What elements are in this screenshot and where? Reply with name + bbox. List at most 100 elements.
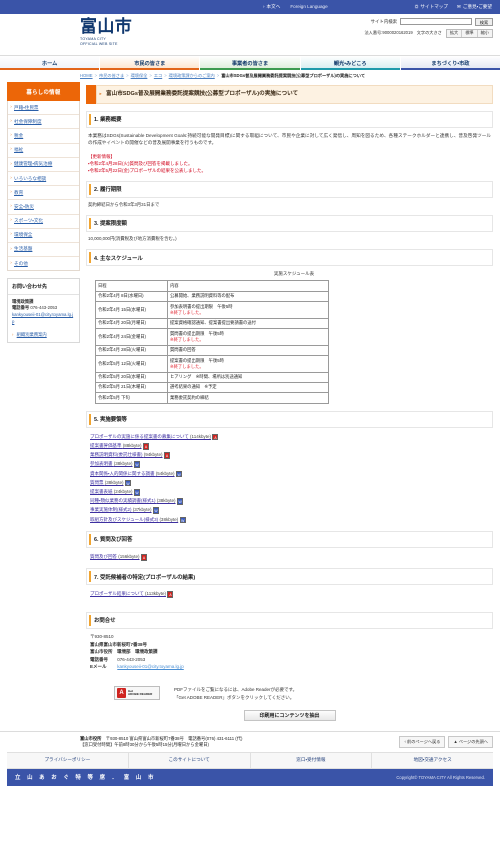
pdf-file-icon: A [164, 452, 171, 459]
foreign-language-link[interactable]: Foreign Language [290, 4, 327, 10]
sidebar: 暮らしの情報 戸籍・住民票 社会保障制度 税金 福祉 健康管理・病気治療 いろい… [7, 82, 80, 721]
schedule-content-text: 公募開始、業務説明資料等の配布 [170, 293, 235, 299]
file-link[interactable]: 資本関係・人的関係に関する調書 (54kbyte) [90, 471, 175, 476]
schedule-content-cell: 公募開始、業務説明資料等の配布 [167, 290, 329, 302]
file-link[interactable]: 取組方針及びスケジュール(様式3) (38kbyte) [90, 517, 178, 522]
breadcrumb-item-eco[interactable]: エコ [154, 73, 162, 78]
text-size-controls: 拡大 標準 縮小 [445, 28, 493, 38]
file-link[interactable]: 提案書評価基準 (88kbyte) [90, 443, 142, 448]
file-link-row: 事業実施体制(様式2) (37kbyte) W [90, 505, 491, 514]
sidebar-item-environment[interactable]: 環境保全 [8, 229, 79, 243]
utility-bar: › 本文へ Foreign Language ⛭ サイトマップ ✉ ご意見・ご要望 [0, 0, 500, 14]
sidebar-item-education[interactable]: 教育 [8, 186, 79, 201]
sidebar-contact-tel-row: 電話番号 076-443-2053 [12, 305, 75, 312]
search-input[interactable] [400, 18, 472, 26]
opinion-link[interactable]: ✉ ご意見・ご要望 [457, 4, 492, 10]
skip-to-content-link[interactable]: › 本文へ [263, 4, 280, 10]
print-extract-button[interactable]: 印刷用にコンテンツを抽出 [243, 709, 336, 721]
sidebar-item-health[interactable]: 健康管理・病気治療 [8, 158, 79, 172]
main-content: 富山市SDGs普及展開業務委託提案競技(公募型プロポーザル)の実施について 1.… [86, 82, 493, 721]
gnav-item-tourism[interactable]: 観光・みどころ [300, 56, 401, 70]
file-link[interactable]: 質問及び回答 (156kbyte) [90, 554, 140, 559]
gnav-item-city-planning[interactable]: まちづくり・市政 [400, 56, 500, 70]
schedule-date-cell: 令和2年4月 8日(水曜日) [95, 290, 168, 302]
result-file-list: プロポーザル結果について (113kbyte) A [90, 589, 491, 598]
inquiry-tel: 076-443-2053 [117, 656, 146, 662]
footer-link-counter-info[interactable]: 窓口・受付情報 [251, 752, 373, 768]
sidebar-item-consultation[interactable]: いろいろな相談 [8, 172, 79, 187]
sidebar-item-koseki[interactable]: 戸籍・住民票 [8, 101, 79, 116]
table-row: 令和2年5月 21日(木曜日) 選考結果の通知 ※予定 [95, 381, 329, 394]
footer-copyright: Copyright© TOYAMA CITY All Rights Reserv… [396, 774, 485, 780]
back-to-previous-page-button[interactable]: ‹ 前のページへ戻る [399, 735, 446, 748]
sidebar-contact-tel-label: 電話番号 [12, 305, 30, 311]
word-file-icon: W [176, 470, 183, 478]
schedule-done-note: ※終了しました。 [170, 336, 204, 342]
gnav-underline [100, 68, 200, 70]
sidebar-item-welfare[interactable]: 福祉 [8, 144, 79, 158]
site-logo[interactable]: 富山市 TOYAMA CITY OFFICIAL WEB SITE [80, 17, 132, 47]
schedule-date-cell: 令和2年5月 20日(水曜日) [95, 371, 168, 383]
sidebar-item-sports-culture[interactable]: スポーツ・文化 [8, 215, 79, 229]
gnav-underline [200, 68, 300, 70]
file-link[interactable]: プロポーザルの実施に係る提案書の募集について (114kbyte) [90, 434, 211, 439]
get-adobe-reader-button[interactable]: A Get ADOBE READER [114, 686, 160, 701]
breadcrumb-separator: > [149, 73, 152, 78]
breadcrumb-item-division[interactable]: 環境政策課からのご案内 [169, 73, 215, 78]
sidebar-org-guide-link[interactable]: 組織別業務案内 [17, 332, 47, 337]
footer-link-about-site[interactable]: このサイトについて [129, 752, 251, 768]
file-size: (38kbyte) [156, 498, 176, 504]
adobe-note-line-2: 「Get ADOBE READER」ボタンをクリックしてください。 [174, 694, 295, 700]
schedule-content-cell: ヒアリング ※時間、場所は別途通知 [167, 371, 329, 383]
breadcrumb-item-citizens[interactable]: 市民の皆さま [99, 73, 124, 78]
gnav-item-home[interactable]: ホーム [0, 56, 101, 70]
inquiry-tel-row: 電話番号 076-443-2053 [90, 656, 491, 663]
schedule-content-cell: 業務委託契約の締結 [167, 392, 329, 404]
file-size: (38kbyte) [104, 479, 124, 485]
schedule-content-cell: 提案資格確認通知、提案書提出要請書の送付 [167, 317, 329, 329]
footer-slogan: 立 山 あ お ぐ 特 等 席 ． 富 山 市 [15, 775, 156, 782]
inquiry-email-link[interactable]: kankyouseii-01@city.toyama.lg.jp [117, 664, 184, 669]
back-to-top-button[interactable]: ▲ ページの先頭へ [448, 735, 493, 748]
text-size-large-button[interactable]: 拡大 [446, 29, 463, 37]
gnav-item-citizens[interactable]: 市民の皆さま [100, 56, 201, 70]
gnav-item-business[interactable]: 事業者の皆さま [200, 56, 301, 70]
inquiry-block: 〒930-8510 富山県富山市新桜町7番38号 富山市役所 環境部 環境政策課… [90, 633, 491, 670]
table-row: 令和2年5月 下旬 業務委託契約の締結 [95, 392, 329, 404]
sidebar-item-others[interactable]: その他 [8, 257, 79, 270]
sidebar-contact-email-link[interactable]: kankyouseii-01@city.toyama.lg.jp [12, 312, 75, 325]
text-size-small-button[interactable]: 縮小 [477, 29, 492, 37]
footer-city-hall: 富山市役所 [80, 735, 106, 741]
sidebar-item-safety[interactable]: 安全・防災 [8, 200, 79, 215]
file-link[interactable]: 業務説明資料(委託仕様書) (94kbyte) [90, 452, 163, 457]
file-link[interactable]: 同種・類似業務の実績調書(様式1) (38kbyte) [90, 498, 176, 503]
file-link[interactable]: プロポーザル結果について (113kbyte) [90, 591, 166, 596]
footer-link-map-access[interactable]: 地図・交通アクセス [372, 753, 493, 768]
file-link[interactable]: 参加表明書 (38kbyte) [90, 461, 133, 466]
text-size-normal-button[interactable]: 標準 [462, 29, 478, 37]
arrow-right-icon: › [263, 4, 265, 9]
update-info-line-2: ・令和2年5月22日(金)プロポーザルの結果を公表しました。 [88, 167, 206, 173]
schedule-content-cell: 質問書の回答 [167, 344, 329, 356]
file-link-row: 資本関係・人的関係に関する調書 (54kbyte) W [90, 469, 491, 478]
file-link[interactable]: 提案書表紙 (24kbyte) [90, 489, 133, 494]
gnav-underline [300, 68, 400, 70]
inquiry-email-row: Eメール kankyouseii-01@city.toyama.lg.jp [90, 663, 491, 670]
search-button[interactable]: 検索 [475, 18, 493, 26]
file-link-row: 業務説明資料(委託仕様書) (94kbyte) A [90, 450, 491, 459]
breadcrumb-separator: > [216, 73, 220, 78]
search-label: サイト内検索 [370, 18, 397, 24]
sidebar-item-infrastructure[interactable]: 生活基盤 [8, 243, 79, 258]
schedule-content-cell: 選考結果の通知 ※予定 [167, 381, 329, 394]
sidebar-item-tax[interactable]: 税金 [8, 129, 79, 144]
global-navigation: ホーム 市民の皆さま 事業者の皆さま 観光・みどころ まちづくり・市政 [0, 55, 500, 70]
file-link[interactable]: 質問票 (38kbyte) [90, 480, 124, 485]
breadcrumb-item-environment[interactable]: 環境保全 [131, 73, 148, 78]
file-link[interactable]: 事業実施体制(様式2) (37kbyte) [90, 507, 152, 512]
schedule-date-cell: 令和2年5月 21日(木曜日) [95, 381, 168, 394]
sitemap-link[interactable]: ⛭ サイトマップ [415, 4, 448, 10]
footer-link-privacy[interactable]: プライバシーポリシー [7, 752, 129, 768]
breadcrumb-item-home[interactable]: HOME [80, 73, 93, 78]
word-file-icon: W [177, 498, 184, 505]
sidebar-item-social-security[interactable]: 社会保障制度 [8, 115, 79, 130]
